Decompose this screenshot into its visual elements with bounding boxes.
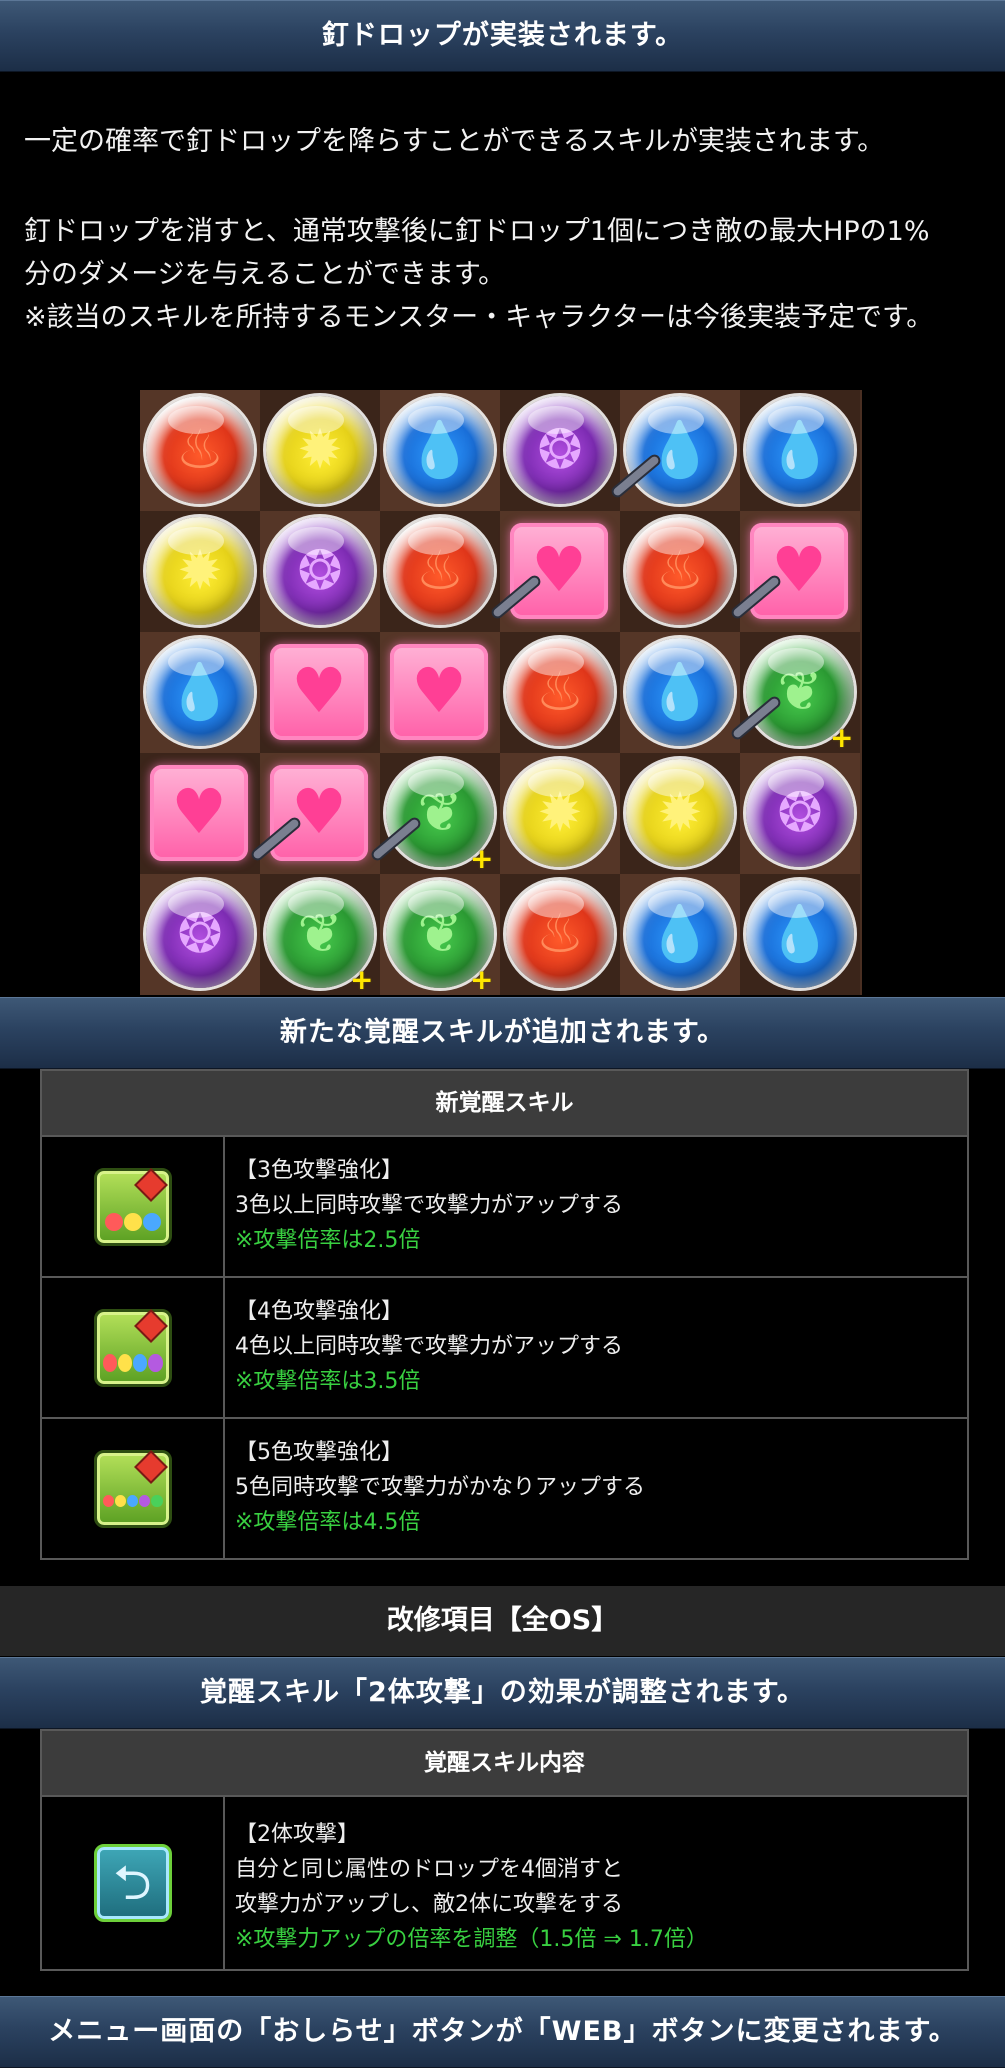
board-cell: ✹	[620, 753, 740, 874]
board-cell: 💧	[740, 874, 860, 995]
section-header-fixes: 改修項目【全OS】	[0, 1586, 1005, 1656]
light-orb-icon: ✹	[626, 759, 734, 867]
skill-description-line1: 自分と同じ属性のドロップを4個消すと	[235, 1857, 623, 1882]
skill-description: 5色同時攻撃で攻撃力がかなりアップする	[235, 1475, 645, 1500]
board-cell: ♥	[731, 511, 860, 632]
skill-note: ※攻撃倍率は3.5倍	[235, 1369, 421, 1394]
skill-description-line2: 攻撃力がアップし、敵2体に攻撃をする	[235, 1892, 623, 1917]
water-orb-icon: 💧	[746, 880, 854, 988]
skill-title: 【3色攻撃強化】	[235, 1158, 403, 1183]
skill-title: 【2体攻撃】	[235, 1822, 359, 1847]
three-color-attack-icon	[93, 1167, 172, 1246]
board-cell: ❂	[140, 874, 260, 995]
heart-drop-icon: ♥	[510, 523, 608, 619]
board-cell: 💧	[740, 390, 860, 511]
board-cell: ♥	[380, 632, 500, 753]
fire-orb-icon: ♨	[506, 638, 614, 746]
skill-title: 【5色攻撃強化】	[235, 1440, 403, 1465]
five-color-attack-icon	[93, 1449, 172, 1528]
water-orb-icon: 💧	[386, 396, 494, 504]
table-row: 【4色攻撃強化】 4色以上同時攻撃で攻撃力がアップする ※攻撃倍率は3.5倍	[42, 1278, 967, 1419]
fire-orb-icon: ♨	[506, 880, 614, 988]
skill-note: ※攻撃力アップの倍率を調整（1.5倍 ⇒ 1.7倍）	[235, 1927, 708, 1952]
section-header-new-awakening: 新たな覚醒スキルが追加されます。	[0, 997, 1005, 1069]
board-cell: ♨	[500, 632, 620, 753]
plus-icon: +	[830, 721, 854, 754]
heart-drop-icon: ♥	[270, 644, 368, 740]
two-body-attack-icon: ⮌	[93, 1844, 172, 1922]
plus-icon: +	[350, 963, 374, 995]
dark-orb-icon: ❂	[506, 396, 614, 504]
dark-orb-icon: ❂	[266, 517, 374, 625]
plus-icon: +	[470, 842, 494, 875]
skill-description: 3色以上同時攻撃で攻撃力がアップする	[235, 1193, 623, 1218]
heart-drop-icon: ♥	[750, 523, 848, 619]
table-header: 新覚醒スキル	[42, 1071, 967, 1137]
board-cell: ♥	[140, 753, 260, 874]
dark-orb-icon: ❂	[146, 880, 254, 988]
board-cell: ♨	[140, 390, 260, 511]
fire-orb-icon: ♨	[626, 517, 734, 625]
board-cell: 💧	[611, 390, 740, 511]
board-cell: ♨	[620, 511, 740, 632]
nail-effect-note: ※該当のスキルを所持するモンスター・キャラクターは今後実装予定です。	[24, 302, 934, 333]
board-cell: 💧	[380, 390, 500, 511]
light-orb-icon: ✹	[266, 396, 374, 504]
board-cell: ♨	[500, 874, 620, 995]
board-cell: ❦ +	[731, 632, 860, 754]
heart-drop-icon: ♥	[150, 765, 248, 861]
skill-description: 4色以上同時攻撃で攻撃力がアップする	[235, 1334, 623, 1359]
board-cell: 💧	[620, 632, 740, 753]
nail-effect-line2: 分のダメージを与えることができます。	[24, 259, 506, 290]
board-cell: ❦ +	[380, 874, 500, 995]
board-cell: ❂	[740, 753, 860, 874]
board-cell: ♥	[491, 511, 620, 632]
four-color-attack-icon	[93, 1308, 172, 1387]
fire-orb-icon: ♨	[146, 396, 254, 504]
puzzle-board-image: ♨ ✹ 💧 ❂ 💧 💧 ✹ ❂ ♨ ♥ ♨ ♥ 💧 ♥ ♥ ♨ 💧 ❦ + ♥ ♥ ❦ + ✹ ✹ ❂ ❂ ❦ + ❦ + ♨ 💧 💧	[140, 390, 862, 995]
water-orb-icon: 💧	[626, 880, 734, 988]
board-cell: ❂	[500, 390, 620, 511]
water-orb-icon: 💧	[626, 638, 734, 746]
intro-paragraph: 一定の確率で釘ドロップを降らすことができるスキルが実装されます。	[24, 126, 885, 157]
skill-title: 【4色攻撃強化】	[235, 1299, 403, 1324]
board-cell: ✹	[500, 753, 620, 874]
table-row: 【3色攻撃強化】 3色以上同時攻撃で攻撃力がアップする ※攻撃倍率は2.5倍	[42, 1137, 967, 1278]
table-row: 【5色攻撃強化】 5色同時攻撃で攻撃力がかなりアップする ※攻撃倍率は4.5倍	[42, 1419, 967, 1558]
dark-orb-icon: ❂	[746, 759, 854, 867]
nail-effect-line1: 釘ドロップを消すと、通常攻撃後に釘ドロップ1個につき敵の最大HPの1%	[24, 216, 930, 247]
plus-icon: +	[470, 963, 494, 995]
board-cell: 💧	[140, 632, 260, 753]
board-cell: ♨	[380, 511, 500, 632]
board-cell: ❂	[260, 511, 380, 632]
water-orb-icon: 💧	[746, 396, 854, 504]
fire-orb-icon: ♨	[386, 517, 494, 625]
board-cell: 💧	[620, 874, 740, 995]
light-orb-icon: ✹	[146, 517, 254, 625]
water-orb-icon: 💧	[146, 638, 254, 746]
board-cell: ❦ +	[260, 874, 380, 995]
heart-drop-icon: ♥	[390, 644, 488, 740]
board-cell: ✹	[260, 390, 380, 511]
skill-note: ※攻撃倍率は2.5倍	[235, 1228, 421, 1253]
heart-drop-icon: ♥	[270, 765, 368, 861]
board-cell: ♥	[251, 753, 380, 874]
section-header-two-body-attack: 覚醒スキル「2体攻撃」の効果が調整されます。	[0, 1657, 1005, 1729]
board-cell: ♥	[260, 632, 380, 753]
awakening-content-table: 覚醒スキル内容 ⮌ 【2体攻撃】 自分と同じ属性のドロップを4個消すと 攻撃力が…	[40, 1729, 969, 1971]
skill-note: ※攻撃倍率は4.5倍	[235, 1510, 421, 1535]
section-header-nail-drop: 釘ドロップが実装されます。	[0, 0, 1005, 72]
water-orb-icon: 💧	[626, 396, 734, 504]
table-header: 覚醒スキル内容	[42, 1731, 967, 1797]
board-cell: ❦ +	[371, 753, 500, 875]
light-orb-icon: ✹	[506, 759, 614, 867]
new-awakening-table: 新覚醒スキル 【3色攻撃強化】 3色以上同時攻撃で攻撃力がアップする ※攻撃倍率…	[40, 1069, 969, 1560]
table-row: ⮌ 【2体攻撃】 自分と同じ属性のドロップを4個消すと 攻撃力がアップし、敵2体…	[42, 1797, 967, 1969]
section-header-menu-change: メニュー画面の「おしらせ」ボタンが「WEB」ボタンに変更されます。	[0, 1996, 1005, 2068]
board-cell: ✹	[140, 511, 260, 632]
